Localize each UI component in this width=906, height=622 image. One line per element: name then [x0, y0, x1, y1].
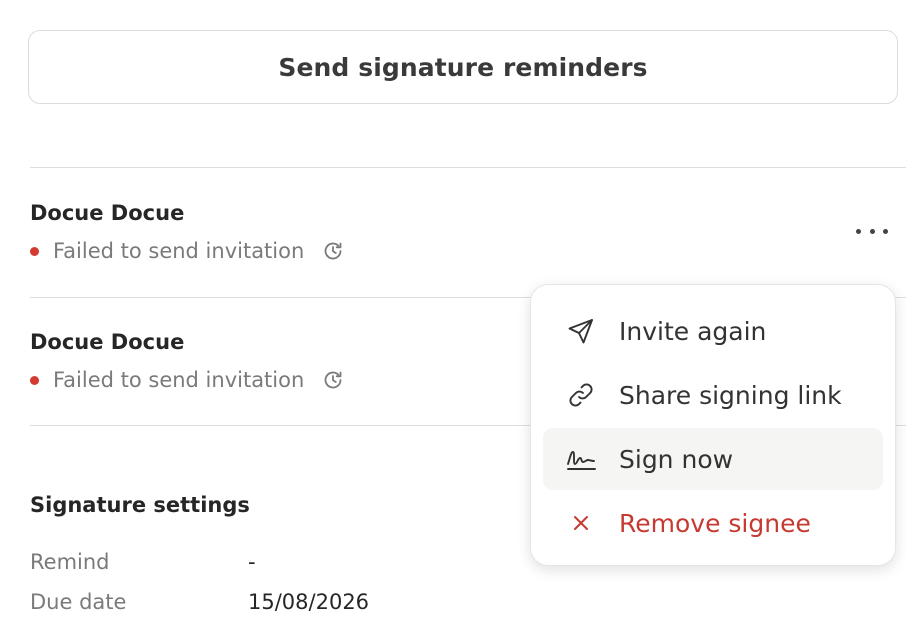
setting-label: Due date: [30, 590, 127, 614]
menu-item-remove-signee[interactable]: Remove signee: [543, 492, 883, 554]
signee-status-text: Failed to send invitation: [53, 239, 305, 263]
menu-item-label: Sign now: [619, 444, 734, 474]
menu-item-share-signing-link[interactable]: Share signing link: [543, 364, 883, 426]
signee-name: Docue Docue: [30, 330, 185, 354]
menu-item-invite-again[interactable]: Invite again: [543, 300, 883, 362]
signee-actions-menu: Invite again Share signing link Sign now…: [530, 284, 896, 566]
setting-value: 15/08/2026: [248, 590, 370, 614]
signature-settings-title: Signature settings: [30, 493, 250, 517]
signee-status-text: Failed to send invitation: [53, 368, 305, 392]
signee-name: Docue Docue: [30, 201, 185, 225]
history-icon[interactable]: [322, 369, 344, 391]
setting-label: Remind: [30, 550, 110, 574]
dot-icon: [869, 228, 875, 234]
divider: [30, 167, 906, 168]
menu-item-label: Invite again: [619, 316, 767, 346]
signature-icon: [565, 443, 597, 475]
signee-status: Failed to send invitation: [30, 368, 344, 392]
dot-icon: [883, 228, 888, 234]
dot-icon: [856, 228, 861, 234]
menu-item-label: Remove signee: [619, 508, 811, 538]
close-icon: [565, 507, 597, 539]
link-icon: [565, 379, 597, 411]
send-signature-reminders-button[interactable]: Send signature reminders: [28, 30, 898, 104]
status-dot-icon: [30, 375, 39, 385]
history-icon[interactable]: [322, 240, 344, 262]
signee-status: Failed to send invitation: [30, 239, 344, 263]
more-options-button[interactable]: [856, 219, 888, 243]
setting-value: -: [248, 550, 256, 574]
send-icon: [565, 315, 597, 347]
menu-item-label: Share signing link: [619, 380, 842, 410]
menu-item-sign-now[interactable]: Sign now: [543, 428, 883, 490]
status-dot-icon: [30, 246, 39, 256]
